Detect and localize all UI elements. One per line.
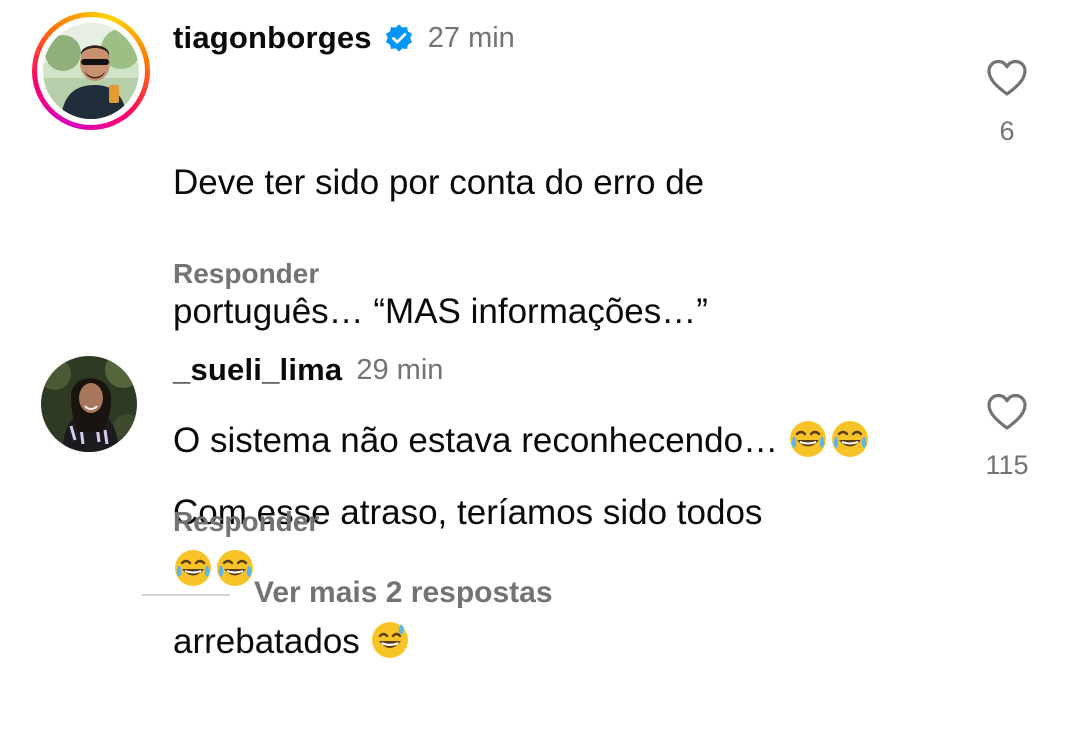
like-control: 115 [979,392,1035,481]
comment-username[interactable]: tiagonborges [173,20,372,56]
verified-badge-icon [384,23,414,53]
replies-divider [142,594,230,596]
comment-item: _sueli_lima 29 min Com esse atraso, terí… [0,340,1075,661]
comment-item: tiagonborges 27 min Deve ter sido por co… [0,0,1075,586]
reply-button[interactable]: Responder [173,258,319,290]
comment-line-with-emoji: arrebatados [173,620,762,663]
heart-outline-icon[interactable] [986,58,1028,98]
heart-outline-icon[interactable] [986,392,1028,432]
story-ring[interactable] [32,12,150,130]
view-more-replies-button[interactable]: Ver mais 2 respostas [254,576,553,610]
comment-line: arrebatados [173,622,360,661]
avatar[interactable] [41,356,137,452]
comment-line: Deve ter sido por conta do erro de [173,163,705,202]
like-control: 6 [984,58,1030,147]
comment-line: português… “MAS informações…” [173,292,708,331]
reply-button[interactable]: Responder [173,506,319,538]
like-count: 115 [985,450,1029,480]
comment-header: tiagonborges 27 min [173,20,515,56]
avatar[interactable] [43,23,139,119]
grinning-sweat-emoji [371,622,408,658]
comment-time: 27 min [427,21,515,54]
comment-header: _sueli_lima 29 min [173,352,443,388]
like-count: 6 [999,116,1015,146]
comment-time: 29 min [356,353,444,386]
comment-username[interactable]: _sueli_lima [173,352,342,388]
